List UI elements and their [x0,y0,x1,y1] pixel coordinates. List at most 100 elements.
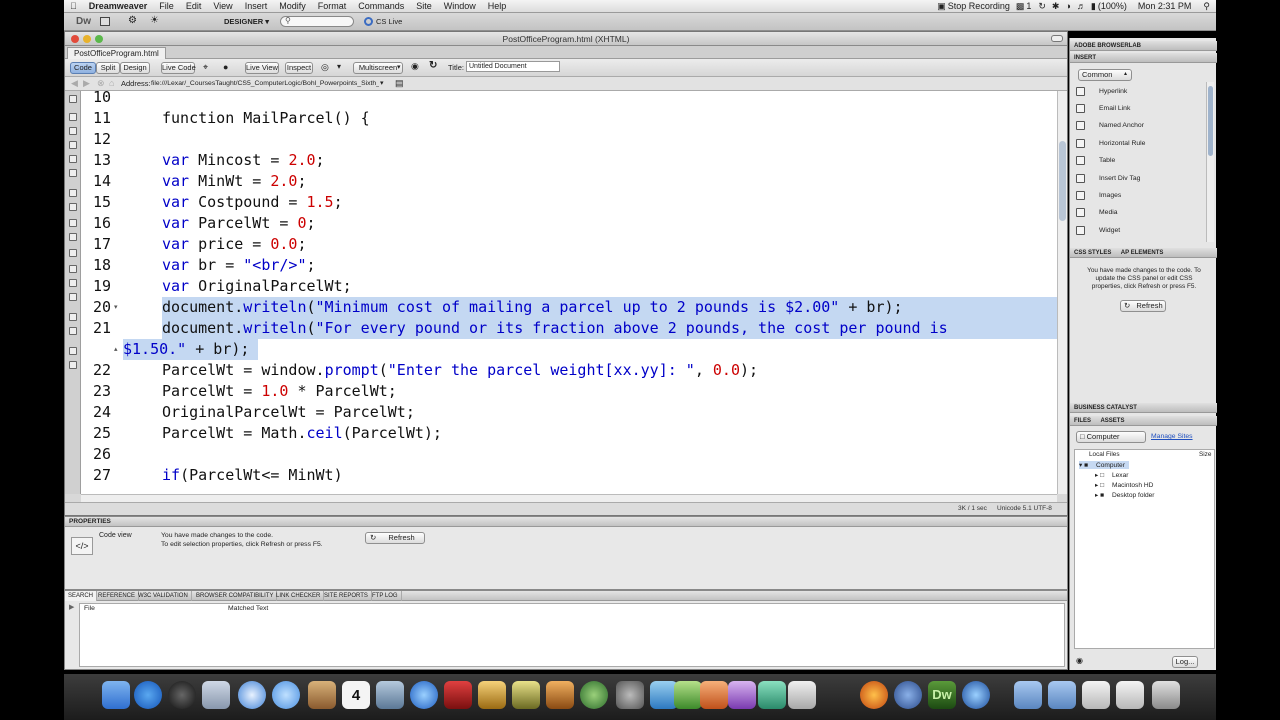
outdent-code-icon[interactable] [69,327,77,335]
document-title-input[interactable]: Untitled Document [466,61,560,72]
photo-booth-icon[interactable] [444,681,472,709]
ichat-icon[interactable] [272,681,300,709]
insert-table[interactable]: Table [1074,153,1209,168]
document-stack-icon[interactable] [1116,681,1144,709]
ical-icon[interactable]: 4 [342,681,370,709]
entourage-icon[interactable] [728,681,756,709]
network-icon[interactable] [894,681,922,709]
address-dropdown-icon[interactable]: ▾ [380,79,384,87]
garageband-icon[interactable] [546,681,574,709]
trash-icon[interactable] [1152,681,1180,709]
inspect-button[interactable]: Inspect [285,62,313,74]
properties-header[interactable]: PROPERTIES [65,517,1067,527]
collapse-tag-icon[interactable] [69,113,77,121]
tree-item-lexar[interactable]: ▸ □ Lexar [1095,471,1128,479]
word-wrap-icon[interactable] [69,361,77,369]
workspace-switcher[interactable]: DESIGNER ▾ [224,17,269,26]
system-preferences-icon[interactable] [616,681,644,709]
tree-item-desktop-folder[interactable]: ▸ ■ Desktop folder [1095,491,1154,499]
menu-view[interactable]: View [207,0,238,13]
messenger-icon[interactable] [758,681,786,709]
powerpoint-icon[interactable] [700,681,728,709]
insert-div-tag[interactable]: Insert Div Tag [1074,171,1209,186]
tab-postofficeprogram[interactable]: PostOfficeProgram.html [67,47,166,59]
battery-icon[interactable]: ▮ [1089,0,1098,13]
local-files-column[interactable]: Local Files [1089,451,1120,458]
manage-sites-link[interactable]: Manage Sites [1151,433,1193,440]
minimize-window-icon[interactable] [83,35,91,43]
tab-css-styles[interactable]: CSS STYLES [1074,250,1111,256]
time-machine-icon[interactable]: ↻ [1035,0,1049,13]
live-view-button[interactable]: Live View [245,62,279,74]
close-window-icon[interactable] [71,35,79,43]
column-file[interactable]: File [84,605,95,612]
refresh-menu-icon[interactable]: ▾ [337,62,341,71]
cs-live-button[interactable]: CS Live [376,17,402,26]
layout-icon[interactable] [100,17,110,26]
tab-w3c-validation[interactable]: W3C VALIDATION [135,591,192,601]
display-number[interactable]: 1 [1026,0,1035,13]
iwork-icon[interactable] [512,681,540,709]
menu-site[interactable]: Site [410,0,438,13]
insert-header[interactable]: INSERT [1070,53,1217,63]
stop-icon[interactable]: ⊗ [97,78,105,89]
downloads-stack-icon[interactable] [1082,681,1110,709]
spotlight-icon[interactable]: ⚲ [1197,0,1216,13]
column-matched-text[interactable]: Matched Text [228,605,268,612]
design-view-button[interactable]: Design [120,62,150,74]
app-store-icon[interactable] [134,681,162,709]
inspect-mode-icon[interactable]: ⌖ [203,62,208,73]
tree-item-macintosh-hd[interactable]: ▸ □ Macintosh HD [1095,481,1153,489]
live-code-button[interactable]: Live Code [161,62,196,74]
menubar-clock[interactable]: Mon 2:31 PM [1132,0,1198,13]
recent-snippets-icon[interactable] [69,279,77,287]
wrap-tag-icon[interactable] [69,265,77,273]
globe-icon[interactable]: ◎ [321,62,329,73]
multiscreen-arrow-icon[interactable]: ▾ [397,63,401,71]
volume-icon[interactable]: ♬ [1074,0,1089,13]
apple-icon[interactable]:  [64,0,83,13]
insert-horizontal-rule[interactable]: Horizontal Rule [1074,136,1209,151]
tab-reference[interactable]: REFERENCE [95,591,140,601]
browse-file-icon[interactable]: ▤ [395,78,404,89]
address-input[interactable]: file:///Lexar/_CoursesTaught/CS5_Compute… [151,78,379,89]
preview-icon[interactable] [788,681,816,709]
battery-percent[interactable]: (100%) [1098,0,1132,13]
tab-ap-elements[interactable]: AP ELEMENTS [1121,250,1164,256]
time-machine-dock-icon[interactable] [580,681,608,709]
code-vertical-scrollbar[interactable] [1057,91,1067,494]
menu-window[interactable]: Window [438,0,482,13]
size-column[interactable]: Size [1199,451,1211,458]
apply-comment-icon[interactable] [69,233,77,241]
collapse-selection-icon[interactable] [69,127,77,135]
address-book-icon[interactable] [308,681,336,709]
menu-insert[interactable]: Insert [239,0,274,13]
highlight-invalid-code-icon[interactable] [69,203,77,211]
search-input[interactable] [280,16,354,27]
business-catalyst-header[interactable]: BUSINESS CATALYST [1070,403,1217,413]
menu-edit[interactable]: Edit [180,0,208,13]
tree-item-computer[interactable]: ▾ ■ Computer [1079,461,1129,469]
insert-email-link[interactable]: Email Link [1074,101,1209,116]
menu-commands[interactable]: Commands [352,0,410,13]
fold-arrow-icon[interactable]: ▾ [114,303,118,311]
browser-preview-icon[interactable]: ● [223,62,228,72]
menu-dreamweaver[interactable]: Dreamweaver [83,0,154,13]
expand-all-icon[interactable] [69,141,77,149]
css-refresh-button[interactable]: ↻ Refresh [1120,300,1166,312]
site-icon[interactable]: ☀ [150,15,159,26]
syntax-error-alerts-icon[interactable] [69,219,77,227]
insert-scrollbar[interactable] [1206,82,1214,242]
insert-widget[interactable]: Widget [1074,223,1209,238]
finder-icon[interactable] [102,681,130,709]
move-css-icon[interactable] [69,293,77,301]
tab-assets[interactable]: ASSETS [1100,418,1124,424]
back-icon[interactable]: ◀ [71,78,78,89]
extend-icon[interactable]: ⚙ [128,15,137,26]
menu-file[interactable]: File [153,0,180,13]
itunes-icon[interactable] [410,681,438,709]
stop-recording[interactable]: Stop Recording [948,0,1014,13]
cs-live-icon[interactable] [364,17,373,26]
excel-icon[interactable] [674,681,702,709]
indent-code-icon[interactable] [69,313,77,321]
